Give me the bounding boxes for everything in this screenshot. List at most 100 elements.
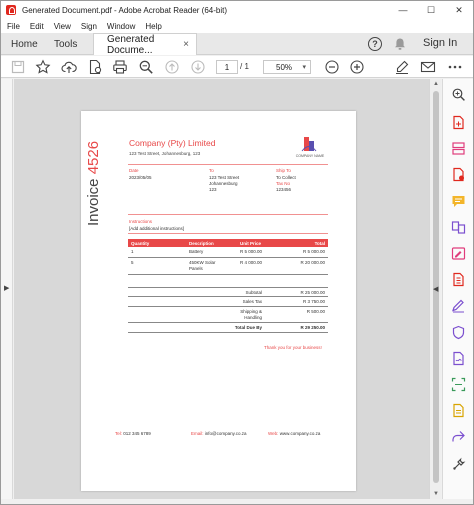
fill-sign-icon[interactable]: [451, 298, 466, 313]
search-icon[interactable]: [138, 59, 154, 75]
menu-edit[interactable]: Edit: [25, 22, 49, 31]
subtotal-label: Subtotal: [245, 290, 262, 295]
header-quantity: Quantity: [131, 240, 150, 246]
maximize-button[interactable]: ☐: [417, 1, 445, 19]
row-description-line: Panels: [189, 266, 203, 271]
sign-in-button[interactable]: Sign In: [423, 37, 457, 49]
combine-files-icon[interactable]: [451, 220, 466, 235]
total-label: Total Due By: [234, 325, 262, 330]
row-quantity: 1: [131, 249, 134, 254]
zoom-select[interactable]: 50% ▾: [263, 60, 311, 74]
previous-page-icon[interactable]: [164, 59, 180, 75]
share-icon[interactable]: [451, 429, 466, 444]
instructions-divider: [128, 233, 328, 234]
footer-email-value: info@company.co.za: [204, 431, 247, 436]
zoom-out-icon[interactable]: [324, 59, 340, 75]
export-pdf-icon[interactable]: [451, 115, 466, 130]
row-unit-price: R 4 000.00: [240, 260, 263, 265]
notification-bell-icon[interactable]: [393, 37, 407, 51]
menu-help[interactable]: Help: [140, 22, 166, 31]
next-page-icon[interactable]: [190, 59, 206, 75]
tax-no-label: Tax No: [276, 181, 291, 186]
zoom-search-icon[interactable]: [451, 87, 466, 102]
header-divider: [128, 164, 328, 165]
comment-icon[interactable]: [451, 194, 466, 209]
footer-web: Web: www.company.co.za: [268, 431, 320, 436]
expand-left-pane-icon[interactable]: ▶: [4, 284, 9, 292]
scroll-down-icon[interactable]: ▼: [433, 491, 439, 497]
page-total: / 1: [240, 62, 249, 71]
close-button[interactable]: ✕: [445, 1, 473, 19]
protect-icon[interactable]: [451, 325, 466, 340]
more-tools-icon[interactable]: [451, 457, 466, 472]
pdf-page: Invoice 4526 Company (Pty) Limited 123 T…: [81, 111, 356, 491]
shipping-value: R 500.00: [306, 309, 325, 314]
shipping-row: Shipping & Handling R 500.00: [128, 307, 328, 323]
date-value: 2023/05/05: [129, 175, 152, 180]
menu-file[interactable]: File: [1, 22, 25, 31]
footer-web-value: www.company.co.za: [279, 431, 321, 436]
request-signature-icon[interactable]: [451, 351, 466, 366]
mail-icon[interactable]: [420, 59, 436, 75]
invoice-title-word: Invoice: [85, 178, 102, 226]
instructions-value: [Add additional instructions]: [129, 226, 185, 231]
create-pdf-icon[interactable]: [451, 167, 466, 182]
invoice-vertical-title: Invoice 4526: [85, 141, 102, 226]
title-bar: Generated Document.pdf - Adobe Acrobat R…: [1, 1, 473, 19]
shipping-label-line: Handling: [244, 315, 262, 320]
zoom-value: 50%: [276, 62, 293, 72]
more-options-icon[interactable]: [447, 59, 463, 75]
help-icon[interactable]: ?: [368, 37, 382, 51]
footer-phone: Tel: 012 345 6789: [115, 431, 151, 436]
menu-sign[interactable]: Sign: [76, 22, 102, 31]
tab-bar: Home Tools Generated Docume... × ? Sign …: [1, 33, 473, 56]
totals-section: Subtotal R 25 000.00 Sales Tax R 3 750.0…: [128, 287, 328, 333]
shipping-label: Shipping & Handling: [198, 309, 262, 321]
scan-ocr-icon[interactable]: [451, 377, 466, 392]
menu-view[interactable]: View: [49, 22, 76, 31]
subtotal-value: R 25 000.00: [300, 290, 325, 295]
upload-cloud-icon[interactable]: [61, 59, 77, 75]
footer-email: Email: info@company.co.za: [191, 431, 247, 436]
date-label: Date: [129, 168, 139, 173]
tab-tools[interactable]: Tools: [54, 33, 77, 55]
total-value: R 29 250.00: [300, 325, 325, 330]
details-divider: [128, 214, 328, 215]
tax-no-value: 123456: [276, 187, 292, 192]
prepare-form-icon[interactable]: [451, 403, 466, 418]
row-unit-price: R 5 000.00: [240, 249, 263, 254]
save-icon[interactable]: [10, 59, 26, 75]
left-navigation-pane: ▶: [1, 79, 13, 499]
close-tab-icon[interactable]: ×: [183, 39, 189, 50]
page-number-input[interactable]: 1: [216, 60, 238, 74]
star-icon[interactable]: [35, 59, 51, 75]
zoom-in-icon[interactable]: [349, 59, 365, 75]
footer-phone-label: Tel:: [115, 431, 123, 436]
compress-pdf-icon[interactable]: [451, 272, 466, 287]
thank-you-note: Thank you for your business!: [264, 345, 322, 350]
ship-to-label: Ship To: [276, 168, 291, 173]
tab-home[interactable]: Home: [11, 33, 38, 55]
window-controls: — ☐ ✕: [389, 1, 473, 19]
organize-pages-icon[interactable]: [451, 141, 466, 156]
menu-bar: File Edit View Sign Window Help: [1, 19, 473, 33]
company-name: Company (Pty) Limited: [129, 138, 216, 148]
highlight-pen-icon[interactable]: [394, 59, 410, 75]
tab-document[interactable]: Generated Docume... ×: [93, 33, 197, 56]
menu-window[interactable]: Window: [102, 22, 140, 31]
edit-pdf-icon[interactable]: [451, 246, 466, 261]
print-icon[interactable]: [112, 59, 128, 75]
collapse-right-pane-icon[interactable]: ◀: [433, 285, 438, 293]
minimize-button[interactable]: —: [389, 1, 417, 19]
instructions-label: Instructions: [129, 219, 153, 224]
line-items-table: Quantity Description Unit Price Total 1 …: [128, 239, 328, 275]
subtotal-row: Subtotal R 25 000.00: [128, 287, 328, 297]
document-view[interactable]: Invoice 4526 Company (Pty) Limited 123 T…: [14, 79, 429, 499]
acrobat-logo-icon: [6, 5, 16, 15]
file-info-icon[interactable]: [87, 59, 103, 75]
header-description: Description: [189, 240, 214, 246]
footer-web-label: Web:: [268, 431, 279, 436]
tools-pane: [442, 79, 473, 499]
company-address: 123 Test Street, Johannesburg, 123: [129, 151, 201, 156]
scroll-up-icon[interactable]: ▲: [433, 81, 439, 87]
